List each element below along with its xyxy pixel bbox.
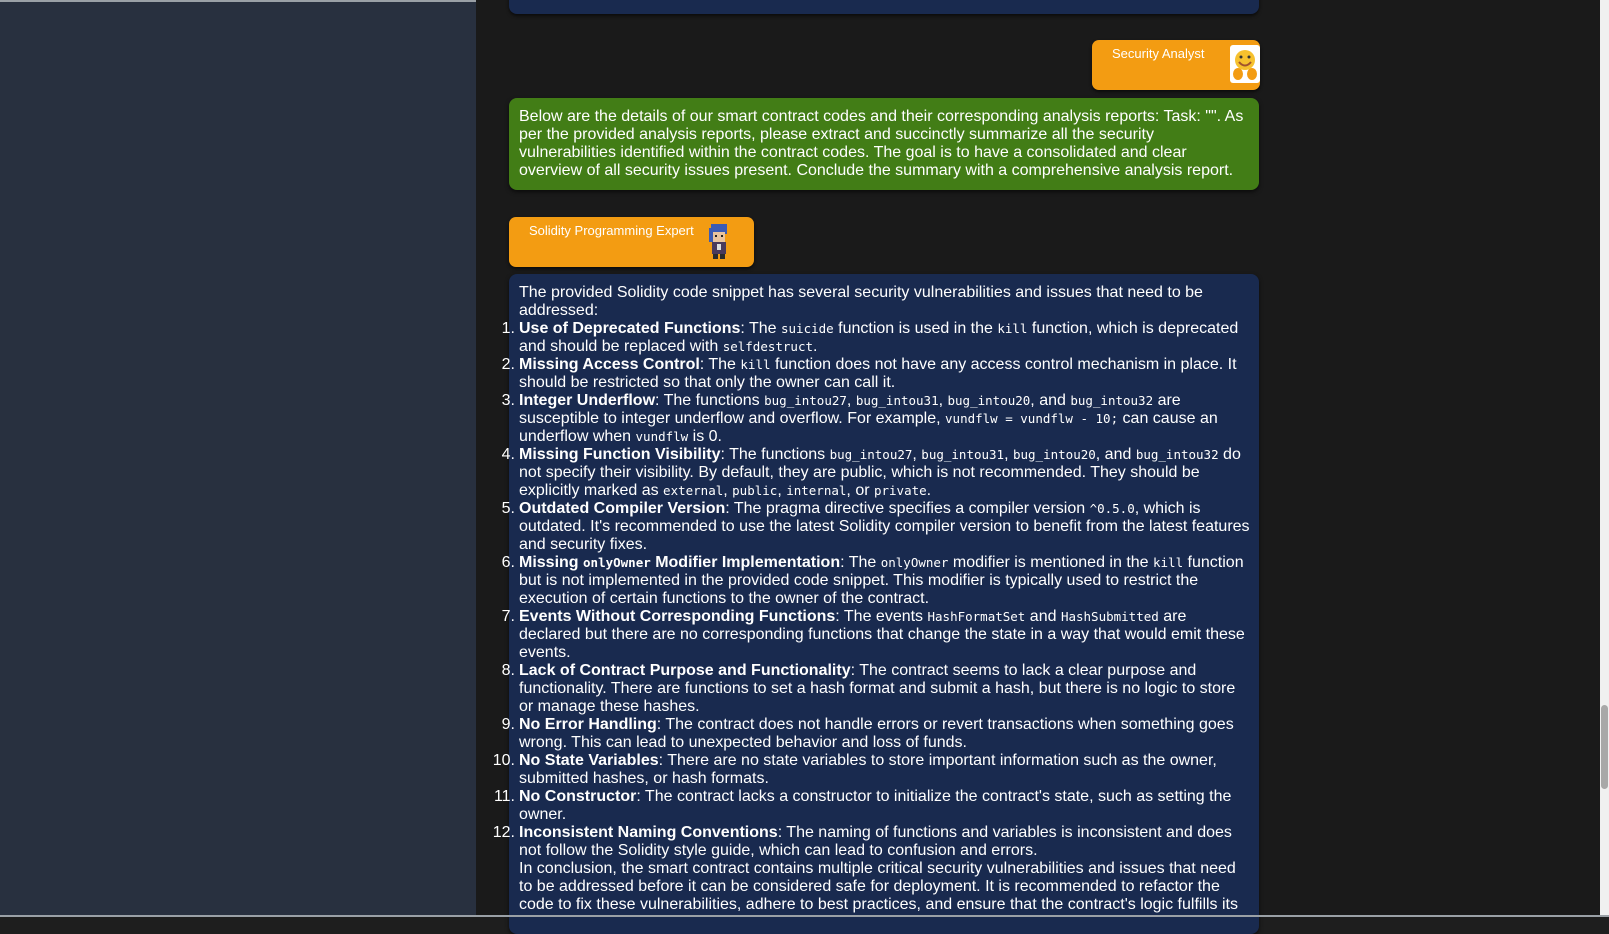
list-item: 1. Use of Deprecated Functions: The suici… (501, 320, 1239, 355)
role-name: Solidity Programming Expert (529, 223, 694, 238)
solidity-expert-role-tag: Solidity Programming Expert (509, 217, 754, 267)
list-item: 4. Missing Function Visibility: The funct… (501, 446, 1241, 499)
response-conclusion: In conclusion, the smart contract contai… (519, 860, 1238, 913)
sidebar (0, 0, 476, 917)
list-item: 6. Missing onlyOwner Modifier Implementat… (501, 554, 1244, 607)
list-item: 3. Integer Underflow: The functions bug_i… (501, 392, 1218, 445)
user-message-bubble: Below are the details of our smart contr… (509, 98, 1259, 190)
list-item: 10. No State Variables: There are no stat… (492, 752, 1217, 787)
list-item: 8. Lack of Contract Purpose and Functiona… (501, 662, 1236, 715)
response-intro: The provided Solidity code snippet has s… (519, 284, 1203, 319)
list-item: 11. No Constructor: The contract lacks a … (493, 788, 1232, 823)
task-message-text: Below are the details of our smart contr… (519, 108, 1244, 179)
assistant-message-bubble: The provided Solidity code snippet has s… (492, 274, 1259, 934)
previous-message-bubble (509, 0, 1259, 14)
list-item: 7. Events Without Corresponding Functions… (501, 608, 1245, 661)
list-item: 12. Inconsistent Naming Conventions: The … (493, 824, 1252, 914)
list-item: 2. Missing Access Control: The kill funct… (501, 356, 1237, 391)
scrollbar-thumb[interactable] (1601, 705, 1608, 789)
security-analyst-role-tag: Security Analyst (1092, 40, 1260, 90)
vulnerability-list: 1. Use of Deprecated Functions: The suici… (492, 320, 1252, 914)
list-item: 9. No Error Handling: The contract does n… (501, 716, 1234, 751)
pixel-character-icon (705, 222, 733, 260)
smiley-hug-icon (1230, 45, 1260, 83)
list-item: 5. Outdated Compiler Version: The pragma … (501, 500, 1250, 553)
role-name: Security Analyst (1112, 46, 1205, 61)
